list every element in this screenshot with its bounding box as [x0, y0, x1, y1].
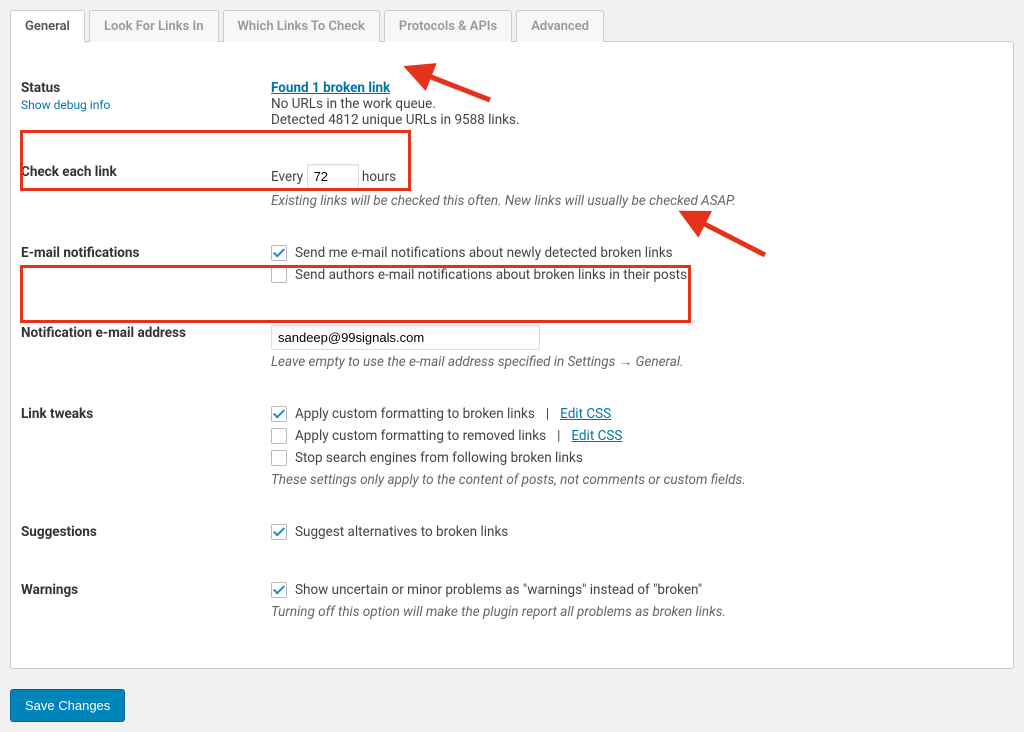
- format-removed-text: Apply custom formatting to removed links: [295, 428, 546, 444]
- suggest-alternatives-text: Suggest alternatives to broken links: [295, 524, 508, 540]
- tab-general[interactable]: General: [10, 10, 85, 42]
- email-notify-me-checkbox[interactable]: [271, 245, 287, 261]
- tweaks-desc: These settings only apply to the content…: [271, 472, 1003, 488]
- status-label: Status: [21, 80, 60, 96]
- link-tweaks-label: Link tweaks: [21, 406, 93, 422]
- check-each-link-label: Check each link: [21, 164, 117, 180]
- tab-protocols-apis[interactable]: Protocols & APIs: [384, 10, 512, 42]
- edit-css-removed-link[interactable]: Edit CSS: [571, 428, 622, 444]
- settings-panel: Status Show debug info Found 1 broken li…: [10, 41, 1014, 669]
- pipe-separator: |: [546, 406, 549, 422]
- suggest-alternatives-checkbox[interactable]: [271, 524, 287, 540]
- notification-email-label: Notification e-mail address: [21, 325, 186, 341]
- check-suffix: hours: [362, 169, 396, 185]
- email-notifications-label: E-mail notifications: [21, 245, 139, 261]
- stop-search-engines-checkbox[interactable]: [271, 450, 287, 466]
- found-broken-links-link[interactable]: Found 1 broken link: [271, 80, 390, 96]
- notification-email-input[interactable]: [271, 325, 540, 350]
- warnings-label: Warnings: [21, 582, 78, 598]
- check-desc: Existing links will be checked this ofte…: [271, 193, 1003, 209]
- show-warnings-text: Show uncertain or minor problems as "war…: [295, 582, 702, 598]
- tab-advanced[interactable]: Advanced: [516, 10, 604, 42]
- notification-email-desc: Leave empty to use the e-mail address sp…: [271, 354, 1003, 370]
- format-removed-checkbox[interactable]: [271, 428, 287, 444]
- suggestions-label: Suggestions: [21, 524, 97, 540]
- pipe-separator-2: |: [557, 428, 560, 444]
- stop-search-engines-text: Stop search engines from following broke…: [295, 450, 583, 466]
- settings-tabs: General Look For Links In Which Links To…: [10, 10, 1014, 42]
- status-detected-text: Detected 4812 unique URLs in 9588 links.: [271, 112, 520, 128]
- tab-look-for-links-in[interactable]: Look For Links In: [89, 10, 219, 42]
- save-changes-button[interactable]: Save Changes: [10, 689, 125, 722]
- email-notify-me-text: Send me e-mail notifications about newly…: [295, 245, 673, 261]
- edit-css-broken-link[interactable]: Edit CSS: [560, 406, 611, 422]
- format-broken-checkbox[interactable]: [271, 406, 287, 422]
- email-notify-authors-text: Send authors e-mail notifications about …: [295, 267, 687, 283]
- format-broken-text: Apply custom formatting to broken links: [295, 406, 535, 422]
- check-hours-input[interactable]: [307, 164, 359, 189]
- status-queue-text: No URLs in the work queue.: [271, 96, 436, 112]
- check-prefix: Every: [271, 169, 303, 185]
- show-warnings-checkbox[interactable]: [271, 582, 287, 598]
- email-notify-authors-checkbox[interactable]: [271, 267, 287, 283]
- show-debug-info-link[interactable]: Show debug info: [21, 98, 261, 112]
- tab-which-links-to-check[interactable]: Which Links To Check: [223, 10, 380, 42]
